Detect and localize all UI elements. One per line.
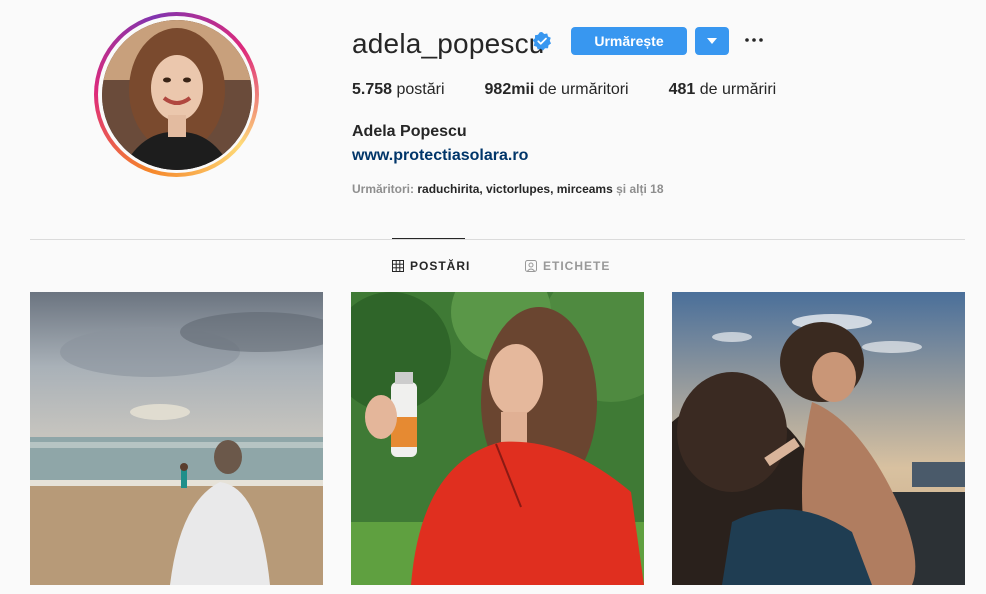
post-image bbox=[30, 292, 323, 585]
tab-posts[interactable]: POSTĂRI bbox=[392, 259, 470, 273]
avatar-story-ring[interactable] bbox=[94, 12, 259, 177]
followed-by[interactable]: Urmăritori: raduchirita, victorlupes, mi… bbox=[352, 182, 664, 196]
followed-by-suffix: și alți 18 bbox=[616, 182, 664, 196]
posts-count: 5.758 postări bbox=[352, 81, 445, 99]
post-image bbox=[351, 292, 644, 585]
verified-badge-icon bbox=[532, 32, 551, 51]
stat-value: 481 bbox=[668, 81, 696, 98]
profile-full-name: Adela Popescu bbox=[352, 123, 467, 140]
avatar-gap bbox=[98, 16, 255, 173]
avatar[interactable] bbox=[101, 19, 252, 170]
stat-label: de urmăriri bbox=[699, 81, 777, 98]
more-dots-icon bbox=[745, 38, 763, 42]
stat-label: de urmăritori bbox=[538, 81, 629, 98]
post-thumbnail[interactable] bbox=[351, 292, 644, 585]
tab-label: POSTĂRI bbox=[410, 259, 471, 273]
followed-by-prefix: Urmăritori: bbox=[352, 182, 415, 196]
profile-website-link[interactable]: www.protectiasolara.ro bbox=[352, 147, 528, 165]
stat-value: 5.758 bbox=[352, 81, 393, 98]
avatar-image bbox=[101, 19, 252, 170]
tag-person-icon bbox=[525, 260, 537, 272]
grid-icon bbox=[392, 260, 404, 272]
stat-value: 982mii bbox=[484, 81, 535, 98]
more-options-button[interactable] bbox=[742, 28, 766, 52]
tab-label: ETICHETE bbox=[543, 259, 611, 273]
followed-by-names: raduchirita, victorlupes, mirceams bbox=[417, 182, 613, 196]
following-count[interactable]: 481 de urmăriri bbox=[669, 81, 777, 99]
stat-label: postări bbox=[396, 81, 445, 98]
profile-stats: 5.758 postări 982mii de urmăritori 481 d… bbox=[352, 81, 816, 99]
post-thumbnail[interactable] bbox=[672, 292, 965, 585]
chevron-down-icon bbox=[707, 38, 717, 44]
tab-tagged[interactable]: ETICHETE bbox=[525, 259, 610, 273]
follow-button[interactable]: Urmărește bbox=[571, 27, 687, 55]
post-thumbnail[interactable] bbox=[30, 292, 323, 585]
tabs-divider bbox=[30, 239, 965, 240]
suggested-dropdown-button[interactable] bbox=[695, 27, 729, 55]
post-image bbox=[672, 292, 965, 585]
profile-username: adela_popescu bbox=[352, 28, 545, 59]
active-tab-indicator bbox=[392, 238, 465, 239]
followers-count[interactable]: 982mii de urmăritori bbox=[485, 81, 629, 99]
